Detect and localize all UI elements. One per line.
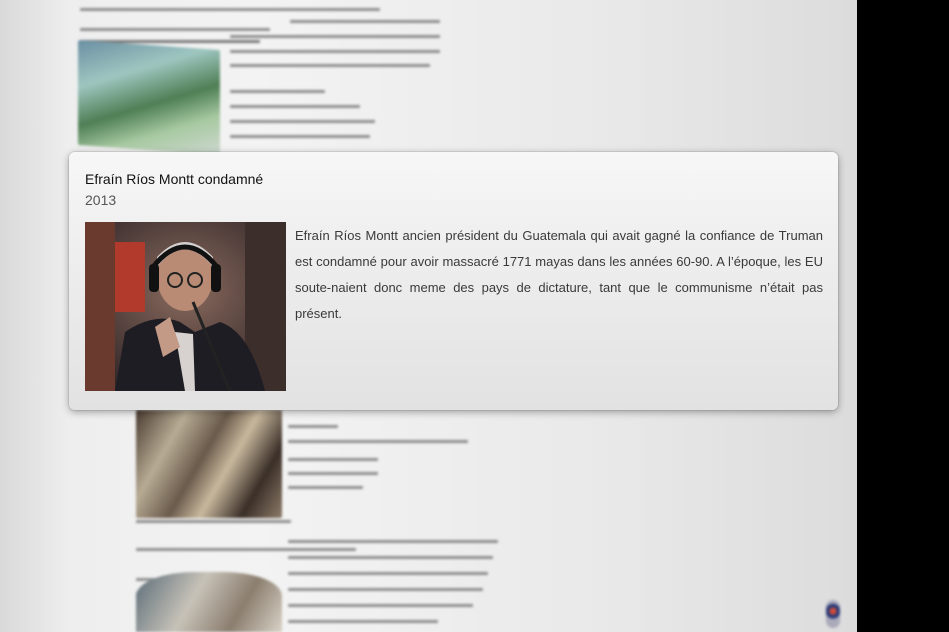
text-line	[288, 556, 493, 559]
event-year: 2013	[85, 192, 117, 208]
event-detail-card[interactable]: Efraín Ríos Montt condamné 2013 Efraín R…	[69, 152, 838, 410]
event-photo	[85, 222, 286, 391]
text-line	[80, 28, 270, 31]
seal-logo-icon	[826, 600, 840, 628]
event-description: Efraín Ríos Montt ancien président du Gu…	[295, 228, 823, 321]
side-bezel	[857, 0, 949, 632]
text-line	[288, 458, 378, 461]
text-line	[288, 588, 483, 591]
text-line	[230, 135, 370, 138]
thumbnail-image	[136, 572, 282, 632]
text-line	[230, 90, 325, 93]
text-line	[288, 620, 438, 623]
text-line	[230, 120, 375, 123]
text-line	[136, 548, 356, 551]
text-line	[288, 540, 498, 543]
text-line	[288, 604, 473, 607]
thumbnail-image	[136, 410, 282, 518]
text-line	[230, 105, 360, 108]
text-line	[288, 440, 468, 443]
event-title: Efraín Ríos Montt condamné	[85, 171, 264, 187]
text-line	[136, 520, 291, 523]
text-line	[80, 8, 380, 11]
text-line	[288, 425, 338, 428]
text-line	[230, 50, 440, 53]
text-line	[230, 64, 430, 67]
portrait-photo-icon	[85, 222, 286, 391]
text-line	[290, 20, 440, 23]
thumbnail-image	[78, 40, 220, 155]
text-line	[230, 35, 440, 38]
text-line	[288, 486, 363, 489]
text-line	[288, 472, 378, 475]
text-line	[288, 572, 488, 575]
